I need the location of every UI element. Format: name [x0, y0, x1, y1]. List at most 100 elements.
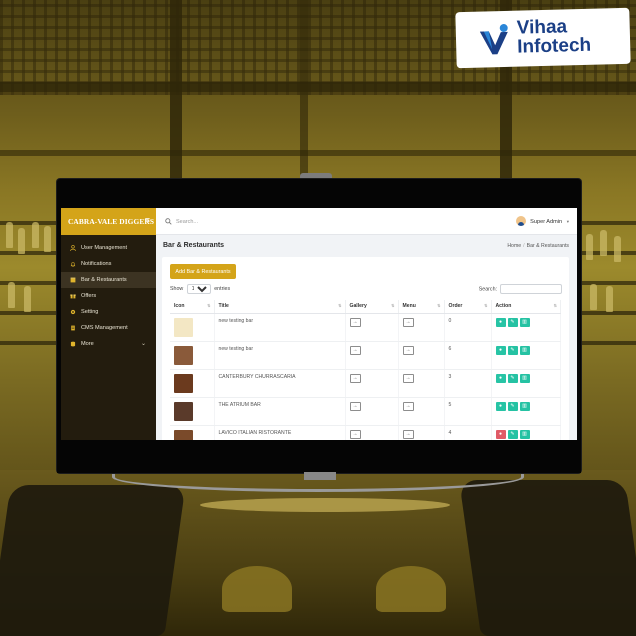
gallery-button[interactable]: →	[349, 373, 361, 383]
table-search-label: Search:	[478, 286, 497, 293]
column-header-title[interactable]: Title ⇅	[214, 300, 346, 314]
column-header-menu[interactable]: Menu ⇅	[398, 300, 445, 314]
bottle	[606, 286, 613, 312]
order-value: 4	[448, 429, 452, 436]
cell-gallery: →	[345, 397, 399, 426]
sidebar-item-user-management[interactable]: User Management	[61, 240, 156, 256]
sidebar-item-notifications[interactable]: Notifications	[61, 256, 156, 272]
bottle	[586, 234, 593, 260]
restaurant-thumbnail	[174, 429, 193, 440]
eye-icon[interactable]: ●	[495, 401, 506, 411]
cell-action: ● ✎ ▥	[491, 397, 561, 426]
ceiling-beam	[0, 82, 636, 92]
cell-icon	[170, 397, 215, 426]
database-icon	[70, 341, 76, 347]
eye-icon[interactable]: ●	[495, 429, 506, 439]
sort-icon: ⇅	[338, 303, 342, 308]
brand-name: CABRA-VALE DIGGERS	[68, 217, 155, 226]
table-row: LAVICO ITALIAN RISTORANTE → → 4 ● ✎ ▥	[170, 425, 561, 440]
gallery-button[interactable]: →	[349, 317, 361, 327]
restaurant-title: new testing bar	[218, 345, 254, 352]
sidebar-item-label: CMS Management	[81, 325, 128, 331]
restaurants-table: Icon ⇅ Title ⇅ Gallery ⇅ Menu ⇅ Order ⇅ Actio…	[170, 300, 561, 440]
avatar	[516, 216, 527, 226]
cell-gallery: →	[345, 313, 399, 342]
gallery-button[interactable]: →	[349, 345, 361, 355]
edit-icon[interactable]: ✎	[507, 345, 518, 355]
breadcrumb-home[interactable]: Home	[507, 243, 521, 249]
cell-order: 0	[444, 313, 492, 342]
vihaa-logo-icon	[479, 24, 508, 55]
edit-icon[interactable]: ✎	[507, 317, 518, 327]
bottle	[6, 222, 13, 248]
sort-icon: ⇅	[391, 303, 395, 308]
eye-icon[interactable]: ●	[495, 345, 506, 355]
cell-title: new testing bar	[214, 313, 346, 342]
eye-icon[interactable]: ●	[495, 317, 506, 327]
cell-icon	[170, 425, 215, 440]
chevron-down-icon: ⌄	[140, 341, 146, 347]
wall-column	[170, 0, 182, 180]
eye-icon[interactable]: ●	[495, 373, 506, 383]
user-menu[interactable]: Super Admin ▾	[516, 216, 569, 227]
menu-button[interactable]: →	[402, 345, 414, 355]
restaurant-thumbnail	[174, 317, 193, 337]
add-bar-restaurant-button[interactable]: Add Bar & Restaurants	[170, 264, 236, 279]
trash-icon[interactable]: ▥	[519, 317, 530, 327]
edit-icon[interactable]: ✎	[507, 429, 518, 439]
cell-action: ● ✎ ▥	[491, 341, 561, 370]
column-header-order[interactable]: Order ⇅	[444, 300, 492, 314]
cell-action: ● ✎ ▥	[491, 425, 561, 440]
entries-select[interactable]: 10	[186, 284, 211, 294]
top-header: Super Admin ▾	[156, 208, 577, 235]
wall-column	[300, 0, 308, 180]
trash-icon[interactable]: ▥	[519, 429, 530, 439]
table-row: CANTERBURY CHURRASCARIA → → 3 ● ✎ ▥	[170, 369, 561, 398]
table-row: new testing bar → → 6 ● ✎ ▥	[170, 341, 561, 370]
trash-icon[interactable]: ▥	[519, 373, 530, 383]
breadcrumb-current: Bar & Restaurants	[526, 243, 569, 249]
table-row: new testing bar → → 0 ● ✎ ▥	[170, 313, 561, 342]
menu-button[interactable]: →	[402, 429, 414, 439]
sidebar-item-more[interactable]: More ⌄	[61, 336, 156, 352]
search-input[interactable]	[176, 216, 326, 227]
sidebar-item-cms-management[interactable]: CMS Management	[61, 320, 156, 336]
menu-button[interactable]: →	[402, 373, 414, 383]
trash-icon[interactable]: ▥	[519, 345, 530, 355]
restaurant-thumbnail	[174, 345, 193, 365]
column-header-icon[interactable]: Icon ⇅	[170, 300, 215, 314]
menu-button[interactable]: →	[402, 317, 414, 327]
cell-menu: →	[398, 341, 445, 370]
sidebar-item-offers[interactable]: Offers	[61, 288, 156, 304]
gallery-button[interactable]: →	[349, 429, 361, 439]
bottle	[600, 230, 607, 256]
column-header-action[interactable]: Action ⇅	[491, 300, 561, 314]
edit-icon[interactable]: ✎	[507, 373, 518, 383]
menu-button[interactable]: →	[402, 401, 414, 411]
user-name: Super Admin	[530, 219, 563, 225]
stool-base	[222, 566, 292, 612]
bottle	[8, 282, 15, 308]
edit-icon[interactable]: ✎	[507, 401, 518, 411]
gallery-button[interactable]: →	[349, 401, 361, 411]
table-search-input[interactable]	[500, 284, 562, 294]
cell-icon	[170, 369, 215, 398]
sidebar-brand: CABRA-VALE DIGGERS ≡	[61, 208, 156, 235]
cell-gallery: →	[345, 341, 399, 370]
sidebar-item-bar-restaurants[interactable]: Bar & Restaurants	[61, 272, 156, 288]
order-value: 0	[448, 317, 452, 324]
bar-table	[200, 498, 450, 512]
restaurant-title: LAVICO ITALIAN RISTORANTE	[218, 429, 292, 436]
bottle-shelf	[578, 205, 636, 345]
sidebar-item-setting[interactable]: Setting	[61, 304, 156, 320]
cell-menu: →	[398, 313, 445, 342]
restaurant-title: THE ATRIUM BAR	[218, 401, 261, 408]
sort-icon: ⇅	[484, 303, 488, 308]
entries-control: Show 10 entries	[170, 284, 230, 295]
trash-icon[interactable]: ▥	[519, 401, 530, 411]
order-value: 6	[448, 345, 452, 352]
column-header-gallery[interactable]: Gallery ⇅	[345, 300, 399, 314]
sidebar: CABRA-VALE DIGGERS ≡ User Management Not…	[61, 208, 156, 440]
hamburger-icon[interactable]: ≡	[145, 215, 150, 225]
cell-menu: →	[398, 425, 445, 440]
